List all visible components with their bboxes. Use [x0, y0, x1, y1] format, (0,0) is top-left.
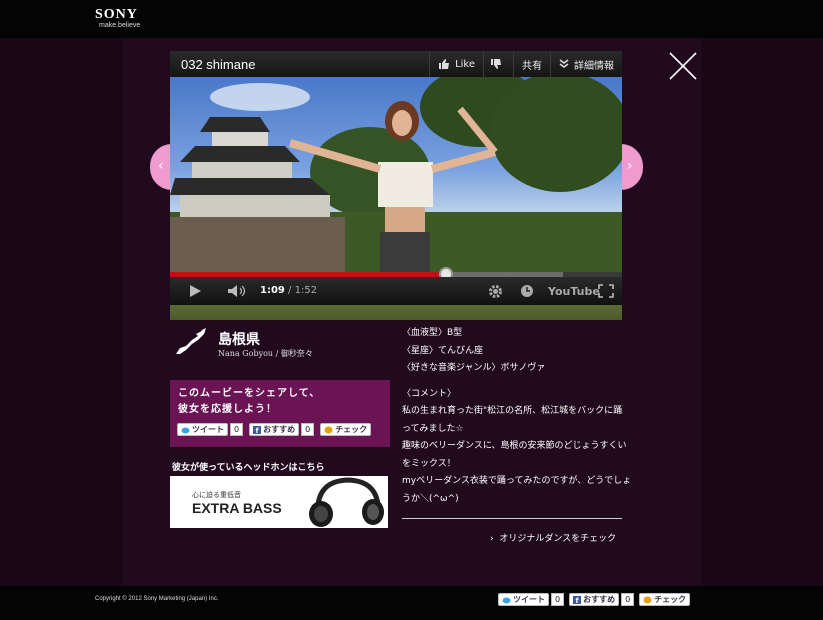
footer-recommend-group: f おすすめ 0: [569, 593, 635, 606]
tweet-count: 0: [230, 423, 244, 436]
share-button[interactable]: 共有: [513, 51, 550, 77]
footer: Copyright © 2012 Sony Marketing (Japan) …: [0, 586, 823, 620]
headphones-label: 彼女が使っているヘッドホンはこちら: [172, 463, 325, 473]
profile-info: 〈血液型〉B型 〈星座〉てんびん座 〈好きな音楽ジャンル〉ボサノヴァ 〈コメント…: [402, 325, 632, 508]
footer-share-buttons: ツイート 0 f おすすめ 0 チェック: [498, 593, 691, 606]
footer-tweet-label: ツイート: [513, 595, 545, 604]
clock-icon: [521, 285, 533, 297]
video-scene-image: [170, 77, 622, 272]
fullscreen-icon: [598, 284, 614, 298]
footer-recommend-label: おすすめ: [583, 595, 616, 604]
twitter-bird-icon: [181, 427, 190, 433]
chevron-right-icon: ›: [490, 534, 500, 544]
play-icon: [190, 285, 201, 297]
recommend-group: f おすすめ 0: [249, 423, 315, 436]
shimane-map-icon: [176, 328, 206, 354]
time-separator: /: [284, 285, 295, 296]
comment-line: うか＼(^ω^): [402, 493, 459, 504]
video-title-bar: 032 shimane Like 共有 詳細情報: [170, 51, 622, 77]
footer-tweet-count: 0: [551, 593, 565, 606]
sony-logo[interactable]: SONY make.believe: [95, 7, 140, 29]
facebook-icon: f: [253, 425, 262, 434]
comment-line: をミックス！: [402, 458, 456, 469]
tweet-group: ツイート 0: [177, 423, 244, 436]
star-sign: 〈星座〉てんびん座: [402, 345, 484, 356]
headphones-image: [309, 477, 384, 527]
original-dance-link-label: オリジナルダンスをチェック: [499, 534, 617, 544]
favorite-genre: 〈好きな音楽ジャンル〉ボサノヴァ: [402, 363, 546, 373]
details-label: 詳細情報: [574, 60, 614, 72]
volume-button[interactable]: [227, 277, 247, 305]
share-label: 共有: [522, 60, 542, 72]
mixi-icon: [324, 426, 333, 433]
footer-recommend-button[interactable]: f おすすめ: [569, 593, 620, 606]
prefecture-name: 島根県: [218, 332, 260, 348]
logo-tagline: make.believe: [99, 22, 141, 29]
close-icon: [669, 52, 697, 80]
blood-type: 〈血液型〉B型: [402, 328, 463, 338]
info-divider: [402, 518, 622, 519]
extra-bass-banner[interactable]: 心に迫る重低音 EXTRA BASS: [170, 476, 388, 528]
footer-recommend-count: 0: [621, 593, 635, 606]
footer-tweet-button[interactable]: ツイート: [498, 593, 549, 606]
footer-mixi-check-button[interactable]: チェック: [639, 593, 691, 606]
mixi-check-label: チェック: [335, 425, 368, 434]
gear-icon: [489, 284, 502, 298]
like-button[interactable]: Like: [429, 51, 483, 77]
like-label: Like: [455, 58, 475, 70]
player-controls: 1:09 / 1:52 YouTube: [170, 277, 622, 305]
banner-subtitle: 心に迫る重低音: [192, 491, 241, 499]
share-buttons: ツイート 0 f おすすめ 0 チェック: [177, 423, 372, 436]
comment-line: ってみました☆: [402, 423, 464, 434]
tweet-button[interactable]: ツイート: [177, 423, 228, 436]
tweet-label: ツイート: [192, 425, 224, 434]
footer-mixi-check-label: チェック: [654, 595, 687, 604]
logo-text: SONY: [95, 7, 138, 22]
double-chevron-down-icon: [559, 59, 569, 68]
comment-line: 私の生まれ育った街"松江の名所、松江城をバックに踊: [402, 406, 623, 416]
volume-icon: [228, 285, 246, 297]
dislike-button[interactable]: [483, 51, 513, 77]
share-message: このムービーをシェアして、 彼女を応援しよう！: [178, 386, 320, 418]
banner-title: EXTRA BASS: [192, 500, 282, 516]
youtube-logo-button[interactable]: YouTube: [548, 277, 600, 305]
time-current: 1:09: [260, 285, 285, 296]
top-bar: SONY make.believe: [0, 0, 823, 38]
thumbs-down-icon: [491, 59, 501, 69]
original-dance-link[interactable]: › オリジナルダンスをチェック: [490, 531, 616, 544]
mixi-icon: [643, 596, 652, 603]
thumbs-up-icon: [439, 59, 450, 69]
fullscreen-button[interactable]: [598, 277, 614, 305]
twitter-bird-icon: [502, 597, 511, 603]
chevron-right-icon: ›: [627, 158, 633, 174]
artist-name: Nana Gobyou / 御秒奈々: [218, 349, 313, 358]
recommend-label: おすすめ: [263, 425, 296, 434]
video-actions: Like 共有 詳細情報: [429, 51, 622, 77]
video-player[interactable]: 032 shimane Like 共有 詳細情報 1:09 / 1:52 You…: [170, 51, 622, 320]
watch-later-button[interactable]: [520, 277, 534, 305]
settings-button[interactable]: [488, 277, 503, 305]
comment-line: 趣味のベリーダンスに、島根の安来節のどじょうすくい: [402, 441, 627, 451]
copyright: Copyright © 2012 Sony Marketing (Japan) …: [95, 596, 219, 602]
video-title: 032 shimane: [181, 57, 256, 72]
time-total: 1:52: [294, 285, 318, 296]
recommend-button[interactable]: f おすすめ: [249, 423, 300, 436]
footer-tweet-group: ツイート 0: [498, 593, 565, 606]
facebook-icon: f: [573, 595, 582, 604]
chevron-left-icon: ‹: [158, 158, 164, 174]
comment-line: myベリーダンス衣装で踊ってみたのですが、どうでしょ: [402, 476, 632, 486]
share-box: このムービーをシェアして、 彼女を応援しよう！ ツイート 0 f おすすめ 0 …: [170, 380, 390, 447]
youtube-logo: YouTube: [548, 284, 600, 298]
comment-heading: 〈コメント〉: [402, 388, 457, 399]
recommend-count: 0: [301, 423, 315, 436]
time-display: 1:09 / 1:52: [260, 285, 317, 296]
share-message-line-2: 彼女を応援しよう！: [178, 404, 277, 415]
play-button[interactable]: [188, 277, 202, 305]
close-button[interactable]: [667, 51, 699, 81]
share-message-line-1: このムービーをシェアして、: [178, 388, 321, 399]
details-button[interactable]: 詳細情報: [550, 51, 622, 77]
mixi-check-button[interactable]: チェック: [320, 423, 372, 436]
